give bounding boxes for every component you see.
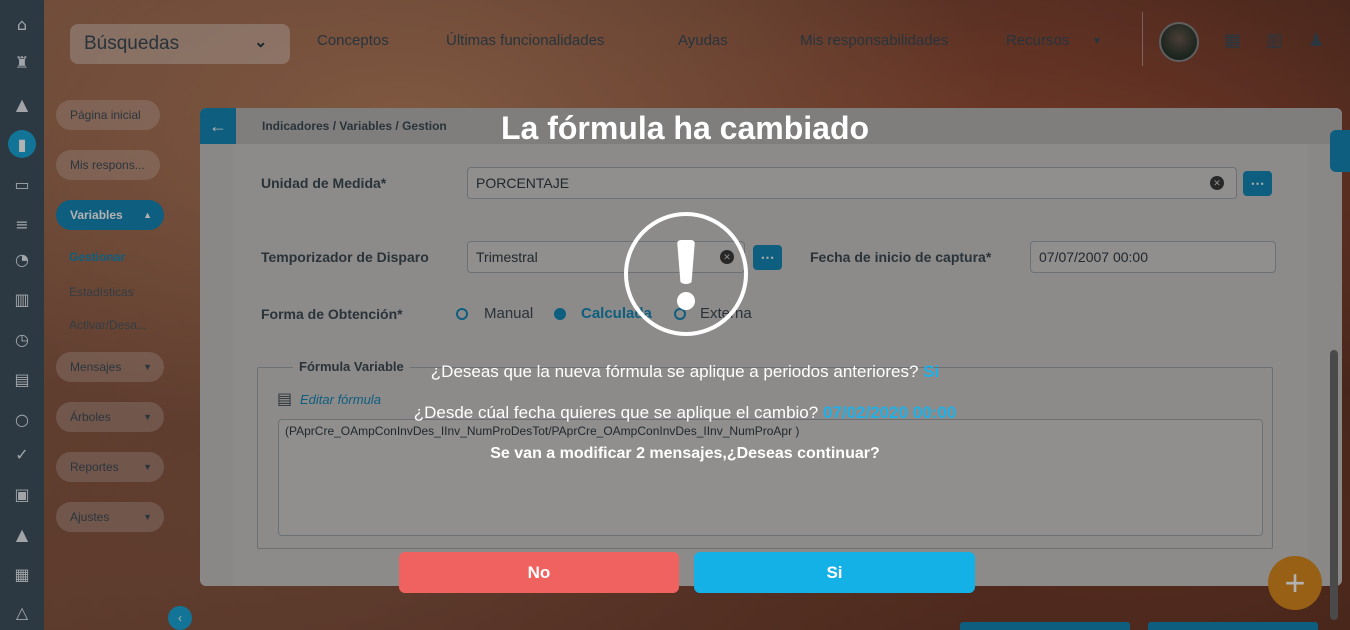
no-button[interactable]: No: [399, 552, 679, 593]
dialog-question-2-answer: 07/02/2020 00:00: [822, 403, 957, 422]
dialog-question-1: ¿Deseas que la nueva fórmula se aplique …: [0, 362, 1350, 382]
dialog-question-2: ¿Desde cúal fecha quieres que se aplique…: [0, 403, 1350, 423]
warning-icon-dot: [677, 292, 695, 310]
dialog-question-1-text: ¿Deseas que la nueva fórmula se aplique …: [430, 362, 919, 381]
yes-button[interactable]: Si: [694, 552, 975, 593]
dialog-title: La fórmula ha cambiado: [500, 110, 870, 146]
no-button-label: No: [527, 562, 551, 582]
dialog-question-2-text: ¿Desde cúal fecha quieres que se aplique…: [413, 403, 819, 422]
dialog-question-3: Se van a modificar 2 mensajes,¿Deseas co…: [490, 445, 880, 462]
yes-button-label: Si: [826, 562, 843, 582]
dialog-question-1-answer: Si: [923, 362, 940, 381]
